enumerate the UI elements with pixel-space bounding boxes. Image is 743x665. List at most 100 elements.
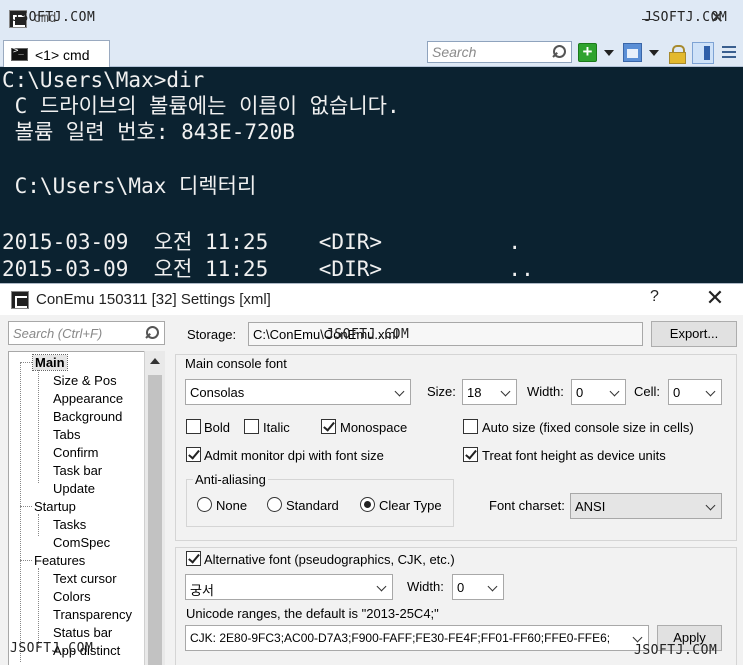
- alt-font-name-value: 궁서: [190, 583, 214, 598]
- window-titlebar: cmd JSOFTJ.COM JSOFTJ.COM ✕: [0, 0, 743, 38]
- font-name-value: Consolas: [190, 385, 245, 400]
- auto-size-checkbox[interactable]: [463, 419, 478, 434]
- monospace-label: Monospace: [340, 420, 408, 435]
- unicode-ranges-select[interactable]: CJK: 2E80-9FC3;AC00-D7A3;F900-FAFF;FE30-…: [185, 625, 649, 651]
- tree-item-task-bar[interactable]: Task bar: [53, 463, 102, 478]
- new-console-dropdown-icon[interactable]: [604, 50, 614, 56]
- help-button[interactable]: ?: [650, 288, 659, 306]
- tree-connector: [20, 506, 32, 507]
- alt-font-checkbox[interactable]: [186, 551, 201, 566]
- tree-search: [8, 321, 165, 345]
- search-icon[interactable]: [145, 326, 159, 340]
- tab-label: <1> cmd: [35, 47, 90, 63]
- window-list-dropdown-icon[interactable]: [649, 50, 659, 56]
- tree-item-size-pos[interactable]: Size & Pos: [53, 373, 117, 388]
- font-size-value: 18: [467, 385, 482, 400]
- admit-dpi-label: Admit monitor dpi with font size: [204, 448, 384, 463]
- console-line: C:\Users\Max>dir: [2, 68, 205, 92]
- unicode-ranges-value: CJK: 2E80-9FC3;AC00-D7A3;F900-FAFF;FE30-…: [190, 631, 611, 645]
- charset-label: Font charset:: [489, 498, 565, 513]
- alt-font-name-select[interactable]: 궁서: [185, 574, 393, 600]
- charset-select[interactable]: ANSI: [570, 493, 722, 519]
- tree-item-appearance[interactable]: Appearance: [53, 391, 123, 406]
- storage-path-field[interactable]: C:\ConEmu\ConEmu.xml: [248, 322, 643, 346]
- italic-label: Italic: [263, 420, 290, 435]
- window-title: cmd: [33, 11, 57, 26]
- tree-connector: [38, 370, 39, 483]
- toolbar-search: [427, 41, 572, 63]
- alt-width-label: Width:: [407, 579, 444, 594]
- tree-item-confirm[interactable]: Confirm: [53, 445, 99, 460]
- window-list-button[interactable]: [623, 43, 642, 62]
- tree-item-comspec[interactable]: ComSpec: [53, 535, 110, 550]
- close-settings-button[interactable]: ✕: [702, 285, 728, 311]
- tree-item-features[interactable]: Features: [34, 553, 85, 568]
- alt-width-select[interactable]: 0: [452, 574, 504, 600]
- lock-icon[interactable]: [669, 45, 686, 64]
- font-width-value: 0: [576, 385, 584, 400]
- font-name-select[interactable]: Consolas: [185, 379, 411, 405]
- treat-height-checkbox[interactable]: [463, 447, 478, 462]
- tree-scrollbar[interactable]: [144, 351, 165, 665]
- aa-standard-label: Standard: [286, 498, 339, 513]
- console-line: C:\Users\Max 디렉터리: [2, 174, 257, 198]
- tree-connector: [20, 560, 32, 561]
- tree-connector: [20, 362, 32, 363]
- cell-select[interactable]: 0: [668, 379, 722, 405]
- tree-search-input[interactable]: [9, 322, 141, 344]
- apply-button[interactable]: Apply: [657, 625, 722, 651]
- monospace-checkbox[interactable]: [321, 419, 336, 434]
- chevron-down-icon: [609, 386, 620, 397]
- chevron-down-icon: [500, 386, 511, 397]
- bold-checkbox[interactable]: [186, 419, 201, 434]
- tree-item-update[interactable]: Update: [53, 481, 95, 496]
- scroll-up-arrow-icon[interactable]: [150, 358, 160, 364]
- treat-height-label: Treat font height as device units: [482, 448, 666, 463]
- bold-label: Bold: [204, 420, 231, 435]
- size-label: Size:: [427, 384, 456, 399]
- console-line: 볼륨 일련 번호: 843E-720B: [2, 120, 295, 144]
- tree-item-background[interactable]: Background: [53, 409, 122, 424]
- search-icon[interactable]: [552, 45, 566, 59]
- tree-item-transparency[interactable]: Transparency: [53, 607, 132, 622]
- chevron-down-icon: [376, 581, 387, 592]
- settings-title: ConEmu 150311 [32] Settings [xml]: [36, 291, 271, 308]
- hamburger-menu-icon[interactable]: [722, 46, 736, 59]
- scrollbar-thumb[interactable]: [148, 375, 162, 665]
- aa-none-radio[interactable]: [197, 497, 212, 512]
- tree-item-startup[interactable]: Startup: [34, 499, 76, 514]
- tree-item-text-cursor[interactable]: Text cursor: [53, 571, 117, 586]
- aa-standard-radio[interactable]: [267, 497, 282, 512]
- settings-titlebar: ConEmu 150311 [32] Settings [xml] ? ✕: [0, 284, 743, 315]
- antialias-group-label: Anti-aliasing: [193, 472, 268, 487]
- tree-item-app-distinct[interactable]: App distinct: [53, 643, 120, 658]
- split-panel-button[interactable]: [692, 42, 714, 64]
- alt-font-label: Alternative font (pseudographics, CJK, e…: [204, 552, 455, 567]
- console-output[interactable]: C:\Users\Max>dir C 드라이브의 볼륨에는 이름이 없습니다. …: [0, 67, 743, 283]
- settings-dialog: ConEmu 150311 [32] Settings [xml] ? ✕ Ma…: [0, 283, 743, 665]
- console-line: 2015-03-09 오전 11:25 <DIR> .: [2, 230, 522, 254]
- tree-item-colors[interactable]: Colors: [53, 589, 91, 604]
- admit-dpi-checkbox[interactable]: [186, 447, 201, 462]
- console-line: C 드라이브의 볼륨에는 이름이 없습니다.: [2, 94, 400, 118]
- new-console-button[interactable]: +: [578, 43, 597, 62]
- tree-item-status-bar[interactable]: Status bar: [53, 625, 112, 640]
- alt-width-value: 0: [457, 580, 465, 595]
- italic-checkbox[interactable]: [244, 419, 259, 434]
- font-width-select[interactable]: 0: [571, 379, 626, 405]
- tree-item-main[interactable]: Main: [32, 354, 68, 371]
- toolbar-search-input[interactable]: [428, 42, 548, 62]
- tab-cmd[interactable]: <1> cmd: [3, 40, 110, 67]
- minimize-button[interactable]: [638, 10, 658, 28]
- tree-item-tasks[interactable]: Tasks: [53, 517, 86, 532]
- tree-item-tabs[interactable]: Tabs: [53, 427, 80, 442]
- aa-cleartype-radio[interactable]: [360, 497, 375, 512]
- chevron-down-icon: [705, 386, 716, 397]
- export-button[interactable]: Export...: [651, 321, 737, 347]
- conemu-app-icon: [11, 291, 29, 309]
- aa-none-label: None: [216, 498, 248, 513]
- settings-tree: Main Size & Pos Appearance Background Ta…: [8, 351, 165, 665]
- storage-path-value: C:\ConEmu\ConEmu.xml: [253, 327, 399, 342]
- font-size-select[interactable]: 18: [462, 379, 517, 405]
- close-window-button[interactable]: ✕: [705, 6, 729, 30]
